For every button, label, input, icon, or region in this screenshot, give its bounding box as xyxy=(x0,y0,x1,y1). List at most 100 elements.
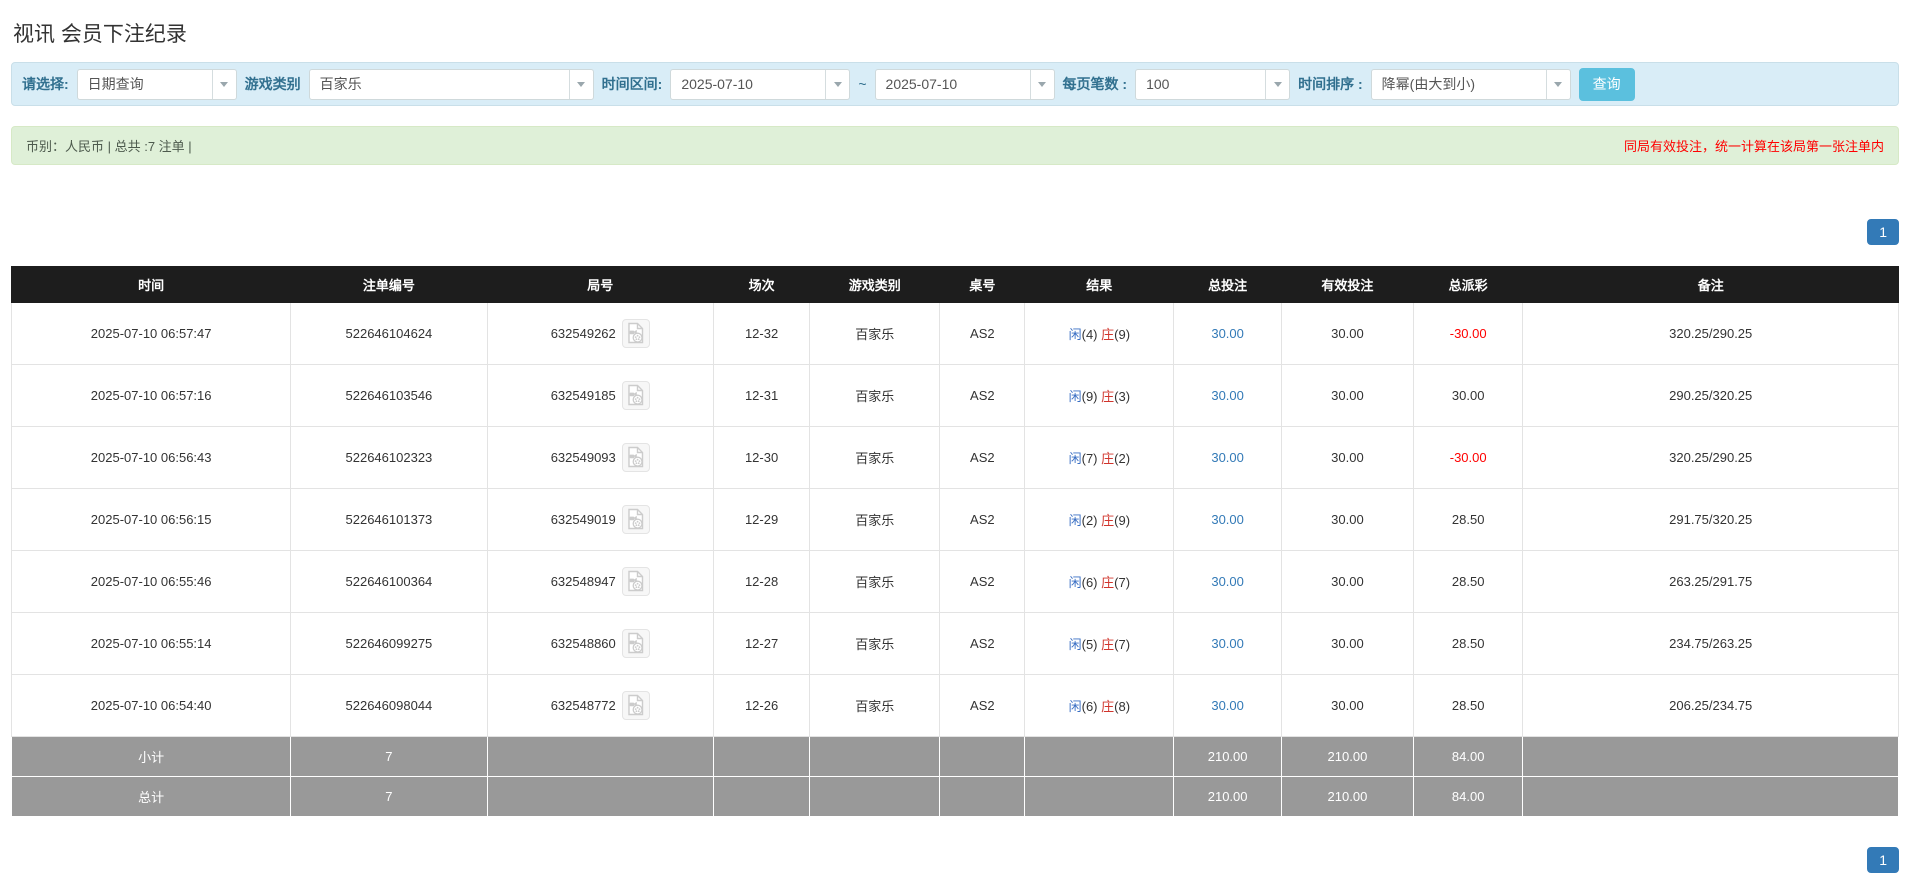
round-id-text: 632549019 xyxy=(551,512,616,527)
cell-round-id: 632548947 xyxy=(487,551,713,613)
banker-result-label: 庄 xyxy=(1101,513,1114,528)
chevron-down-icon xyxy=(1265,70,1289,99)
banker-result-label: 庄 xyxy=(1101,327,1114,342)
table-header-row: 时间注单编号局号场次游戏类别桌号结果总投注有效投注总派彩备注 xyxy=(12,267,1899,303)
summary-label: 总计 xyxy=(12,777,291,817)
cell-valid-bet: 30.00 xyxy=(1281,489,1413,551)
cell-table-number: AS2 xyxy=(940,675,1025,737)
cell-table-number: AS2 xyxy=(940,303,1025,365)
cell-result: 闲(9) 庄(3) xyxy=(1025,365,1174,427)
summary-label: 小计 xyxy=(12,737,291,777)
banker-result-label: 庄 xyxy=(1101,637,1114,652)
banker-result-label: 庄 xyxy=(1101,699,1114,714)
cell-time: 2025-07-10 06:54:40 xyxy=(12,675,291,737)
total-bet-link[interactable]: 30.00 xyxy=(1211,388,1244,403)
summary-valid-bet: 210.00 xyxy=(1281,777,1413,817)
payout-value: 28.50 xyxy=(1452,574,1485,589)
banker-result-score: (2) xyxy=(1114,451,1130,466)
betting-records-table: 时间注单编号局号场次游戏类别桌号结果总投注有效投注总派彩备注 2025-07-1… xyxy=(11,266,1899,817)
cell-session: 12-26 xyxy=(713,675,809,737)
page-root: 视讯 会员下注纪录 请选择: 日期查询 游戏类别 百家乐 时间区间: 2025-… xyxy=(0,0,1910,883)
page-size-value: 100 xyxy=(1136,76,1265,92)
cell-total-bet: 30.00 xyxy=(1174,613,1282,675)
table-row: 2025-07-10 06:55:14522646099275632548860… xyxy=(12,613,1899,675)
column-header: 游戏类别 xyxy=(810,267,940,303)
chevron-down-icon xyxy=(212,70,236,99)
cell-valid-bet: 30.00 xyxy=(1281,303,1413,365)
cell-result: 闲(7) 庄(2) xyxy=(1025,427,1174,489)
cell-result: 闲(6) 庄(7) xyxy=(1025,551,1174,613)
query-type-select[interactable]: 日期查询 xyxy=(77,69,237,100)
cell-total-bet: 30.00 xyxy=(1174,551,1282,613)
cell-bet-id: 522646104624 xyxy=(291,303,487,365)
pagination-bottom: 1 xyxy=(11,847,1899,873)
total-bet-link[interactable]: 30.00 xyxy=(1211,636,1244,651)
cell-time: 2025-07-10 06:55:14 xyxy=(12,613,291,675)
cell-game-type: 百家乐 xyxy=(810,675,940,737)
total-bet-link[interactable]: 30.00 xyxy=(1211,698,1244,713)
total-bet-link[interactable]: 30.00 xyxy=(1211,326,1244,341)
cell-time: 2025-07-10 06:57:16 xyxy=(12,365,291,427)
column-header: 总派彩 xyxy=(1413,267,1522,303)
round-id-text: 632549093 xyxy=(551,450,616,465)
cell-game-type: 百家乐 xyxy=(810,303,940,365)
player-result-score: (7) xyxy=(1082,451,1098,466)
total-bet-link[interactable]: 30.00 xyxy=(1211,512,1244,527)
total-bet-link[interactable]: 30.00 xyxy=(1211,450,1244,465)
video-replay-icon xyxy=(626,322,646,344)
cell-round-id: 632548772 xyxy=(487,675,713,737)
video-replay-button[interactable] xyxy=(622,505,650,534)
game-type-label: 游戏类别 xyxy=(245,74,301,94)
date-to-value: 2025-07-10 xyxy=(876,76,1030,92)
chevron-down-icon xyxy=(569,70,593,99)
date-from-select[interactable]: 2025-07-10 xyxy=(670,69,850,100)
column-header: 局号 xyxy=(487,267,713,303)
player-result-label: 闲 xyxy=(1069,575,1082,590)
total-bet-link[interactable]: 30.00 xyxy=(1211,574,1244,589)
video-replay-button[interactable] xyxy=(622,567,650,596)
cell-round-id: 632549093 xyxy=(487,427,713,489)
column-header: 备注 xyxy=(1523,267,1899,303)
time-sort-select[interactable]: 降幂(由大到小) xyxy=(1371,69,1571,100)
cell-result: 闲(4) 庄(9) xyxy=(1025,303,1174,365)
player-result-label: 闲 xyxy=(1069,513,1082,528)
search-button[interactable]: 查询 xyxy=(1579,68,1635,101)
cell-session: 12-32 xyxy=(713,303,809,365)
video-replay-icon xyxy=(626,694,646,716)
cell-time: 2025-07-10 06:55:46 xyxy=(12,551,291,613)
cell-bet-id: 522646102323 xyxy=(291,427,487,489)
summary-total-bet: 210.00 xyxy=(1174,737,1282,777)
video-replay-button[interactable] xyxy=(622,381,650,410)
valid-bet-notice-text: 同局有效投注，统一计算在该局第一张注单内 xyxy=(1624,136,1884,155)
video-replay-button[interactable] xyxy=(622,629,650,658)
video-replay-button[interactable] xyxy=(622,443,650,472)
page-number-button[interactable]: 1 xyxy=(1867,847,1899,873)
video-replay-icon xyxy=(626,632,646,654)
page-size-label: 每页笔数 : xyxy=(1063,74,1128,94)
summary-bar: 币别：人民币 | 总共 :7 注单 | 同局有效投注，统一计算在该局第一张注单内 xyxy=(11,126,1899,165)
player-result-label: 闲 xyxy=(1069,699,1082,714)
time-sort-label: 时间排序 : xyxy=(1298,74,1363,94)
banker-result-score: (9) xyxy=(1114,513,1130,528)
video-replay-button[interactable] xyxy=(622,691,650,720)
cell-table-number: AS2 xyxy=(940,427,1025,489)
page-number-button[interactable]: 1 xyxy=(1867,219,1899,245)
video-replay-icon xyxy=(626,446,646,468)
banker-result-score: (9) xyxy=(1114,327,1130,342)
date-to-select[interactable]: 2025-07-10 xyxy=(875,69,1055,100)
cell-bet-id: 522646098044 xyxy=(291,675,487,737)
cell-payout: -30.00 xyxy=(1413,303,1522,365)
banker-result-score: (7) xyxy=(1114,637,1130,652)
player-result-label: 闲 xyxy=(1069,451,1082,466)
game-type-select[interactable]: 百家乐 xyxy=(309,69,594,100)
cell-table-number: AS2 xyxy=(940,489,1025,551)
payout-value: -30.00 xyxy=(1450,326,1487,341)
summary-payout: 84.00 xyxy=(1413,777,1522,817)
video-replay-icon xyxy=(626,508,646,530)
cell-payout: -30.00 xyxy=(1413,427,1522,489)
summary-valid-bet: 210.00 xyxy=(1281,737,1413,777)
video-replay-button[interactable] xyxy=(622,319,650,348)
player-result-score: (4) xyxy=(1082,327,1098,342)
page-size-select[interactable]: 100 xyxy=(1135,69,1290,100)
column-header: 场次 xyxy=(713,267,809,303)
